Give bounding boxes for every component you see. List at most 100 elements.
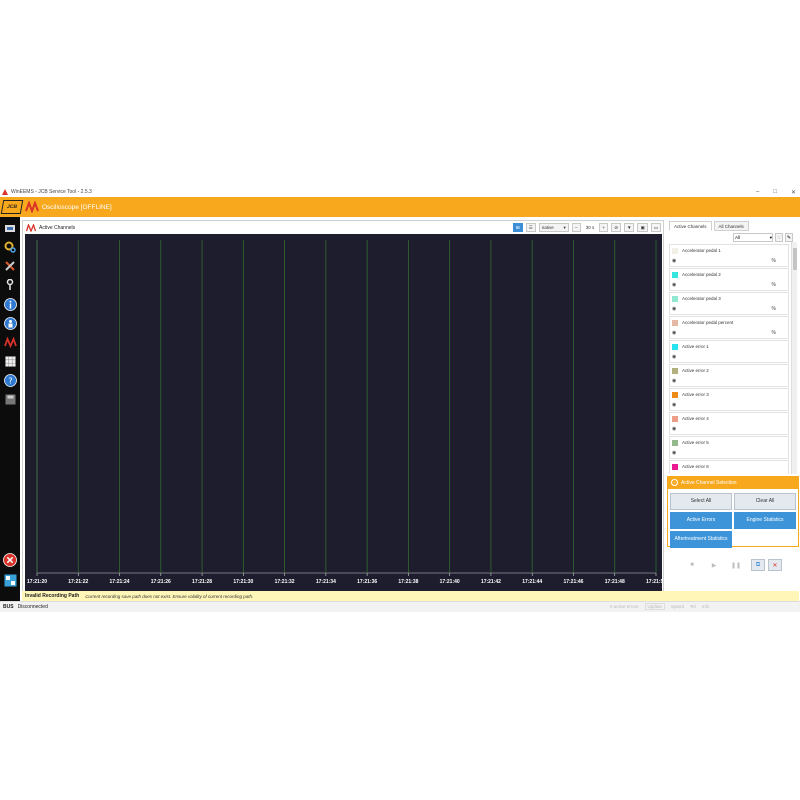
network-icon[interactable]: [3, 573, 17, 587]
page-title: Oscilloscope [OFFLINE]: [42, 203, 112, 211]
visibility-eye-icon[interactable]: ◉: [672, 402, 676, 408]
scrollbar-thumb[interactable]: [793, 248, 797, 270]
filter-star-icon[interactable]: ☆: [775, 233, 783, 242]
visibility-eye-icon[interactable]: ◉: [672, 306, 676, 312]
channel-color-swatch: [672, 440, 678, 446]
oscilloscope-plot[interactable]: 17:21:20 17:21:22 17:21:24 17:21:26 17:21:28…: [25, 234, 662, 599]
info-person-icon[interactable]: [3, 316, 17, 330]
channel-color-swatch: [672, 416, 678, 422]
minimize-button[interactable]: –: [756, 189, 759, 195]
x-tick-label: 17:21:38: [398, 579, 418, 585]
channel-list-scrollbar[interactable]: [791, 242, 797, 474]
channel-item[interactable]: Accelerator pedal 2 ◉%: [669, 268, 789, 291]
info-status[interactable]: Info: [702, 604, 710, 609]
oscilloscope-nav-icon[interactable]: [3, 335, 17, 349]
delete-icon[interactable]: ✕: [768, 559, 782, 571]
visibility-eye-icon[interactable]: ◉: [672, 450, 676, 456]
channel-unit: %: [771, 282, 776, 288]
maximize-button[interactable]: □: [773, 189, 777, 195]
tab-all-channels[interactable]: All Channels: [713, 221, 749, 231]
chevron-down-icon: ▾: [769, 234, 772, 240]
channel-color-swatch: [672, 272, 678, 278]
channel-item[interactable]: Accelerator pedal percent ◉%: [669, 316, 789, 339]
x-tick-label: 17:21:32: [275, 579, 295, 585]
key-icon[interactable]: [3, 278, 17, 292]
save-icon[interactable]: [3, 392, 17, 406]
x-tick-label: 17:21:22: [68, 579, 88, 585]
select-all-button[interactable]: Select All: [670, 493, 732, 510]
visibility-eye-icon[interactable]: ◉: [672, 426, 676, 432]
x-tick-label: 17:21:36: [357, 579, 377, 585]
channel-item[interactable]: Active error 5 ◉: [669, 436, 789, 459]
channel-item[interactable]: Active error 2 ◉: [669, 364, 789, 387]
x-tick-label: 17:21:30: [233, 579, 253, 585]
gears-icon[interactable]: [3, 240, 17, 254]
warning-title: Invalid Recording Path: [25, 593, 80, 599]
close-icon[interactable]: [3, 553, 17, 567]
active-errors-status[interactable]: 0 active errors: [610, 604, 639, 609]
sidebar: ?: [0, 217, 20, 606]
channel-name: Accelerator pedal 1: [682, 248, 721, 253]
channel-color-swatch: [672, 248, 678, 254]
bus-label: BUS: [3, 604, 14, 610]
export-icon[interactable]: ⧉: [751, 559, 765, 571]
scale-mode-value: native: [541, 225, 554, 230]
edit-icon[interactable]: ✎: [785, 233, 793, 242]
channel-item[interactable]: Active error 3 ◉: [669, 388, 789, 411]
grid-icon[interactable]: [3, 354, 17, 368]
chart-title: Active Channels: [39, 224, 76, 231]
zoom-out-button[interactable]: −: [571, 223, 581, 232]
channel-panel: Active Channels All Channels All ▾ ☆ ✎ Ac…: [667, 220, 799, 600]
visibility-eye-icon[interactable]: ◉: [672, 378, 676, 384]
help-icon[interactable]: ?: [3, 373, 17, 387]
x-tick-label: 17:21:20: [27, 579, 47, 585]
channel-item[interactable]: Active error 1 ◉: [669, 340, 789, 363]
svg-text:?: ?: [8, 376, 12, 385]
tools-icon[interactable]: [3, 259, 17, 273]
save-chart-icon[interactable]: ▣: [637, 223, 648, 232]
x-tick-label: 17:21:34: [316, 579, 336, 585]
channel-item[interactable]: Accelerator pedal 3 ◉%: [669, 292, 789, 315]
channel-name: Active error 6: [682, 464, 709, 469]
close-window-button[interactable]: ✕: [791, 189, 796, 196]
channel-item[interactable]: Active error 6◉: [669, 460, 789, 474]
list-toggle-button[interactable]: ☰: [525, 223, 536, 232]
selection-header[interactable]: − Active Channel Selection: [667, 476, 799, 489]
play-icon[interactable]: ▶: [709, 560, 719, 570]
record-icon[interactable]: ■: [687, 560, 697, 570]
channel-item[interactable]: Active error 4 ◉: [669, 412, 789, 435]
visibility-eye-icon[interactable]: ◉: [672, 282, 676, 288]
visibility-eye-icon[interactable]: ◉: [672, 330, 676, 336]
channel-unit: %: [771, 330, 776, 336]
x-tick-label: 17:21:46: [563, 579, 583, 585]
channel-unit: %: [771, 306, 776, 312]
layout-toggle-button[interactable]: ⊞: [512, 223, 523, 232]
channel-color-swatch: [672, 392, 678, 398]
info-icon[interactable]: [3, 297, 17, 311]
plot-area[interactable]: 17:21:20 17:21:22 17:21:24 17:21:26 17:21:28…: [25, 234, 662, 599]
visibility-eye-icon[interactable]: ◉: [672, 258, 676, 264]
aftertreatment-statistics-button[interactable]: Aftertreatment Statistics: [670, 531, 732, 548]
ecu-icon[interactable]: [3, 221, 17, 235]
zoom-in-button[interactable]: +: [599, 223, 609, 232]
active-errors-button[interactable]: Active Errors: [670, 512, 732, 529]
tel-status[interactable]: Tel: [690, 604, 696, 609]
update-status[interactable]: Update: [644, 603, 666, 610]
channel-name: Accelerator pedal percent: [682, 320, 734, 325]
folder-icon[interactable]: ▭: [650, 223, 661, 232]
channel-filter-select[interactable]: All ▾: [733, 233, 773, 242]
clear-all-button[interactable]: Clear All: [734, 493, 796, 510]
engine-statistics-button[interactable]: Engine Statistics: [734, 512, 796, 529]
filter-icon[interactable]: ▼: [624, 223, 635, 232]
visibility-eye-icon[interactable]: ◉: [672, 354, 676, 360]
collapse-icon[interactable]: −: [671, 479, 678, 486]
clear-icon[interactable]: ⊘: [611, 223, 621, 232]
tab-active-channels[interactable]: Active Channels: [669, 221, 712, 231]
x-tick-label: 17:21:48: [605, 579, 625, 585]
speed-status[interactable]: Speed: [671, 604, 684, 609]
app-header: JCB Oscilloscope [OFFLINE]: [0, 197, 800, 217]
pause-icon[interactable]: ❚❚: [731, 560, 741, 570]
warning-detail: Current recording save path does not exi…: [85, 593, 254, 599]
channel-item[interactable]: Accelerator pedal 1 ◉%: [669, 244, 789, 267]
scale-mode-select[interactable]: native ▾: [538, 223, 569, 232]
